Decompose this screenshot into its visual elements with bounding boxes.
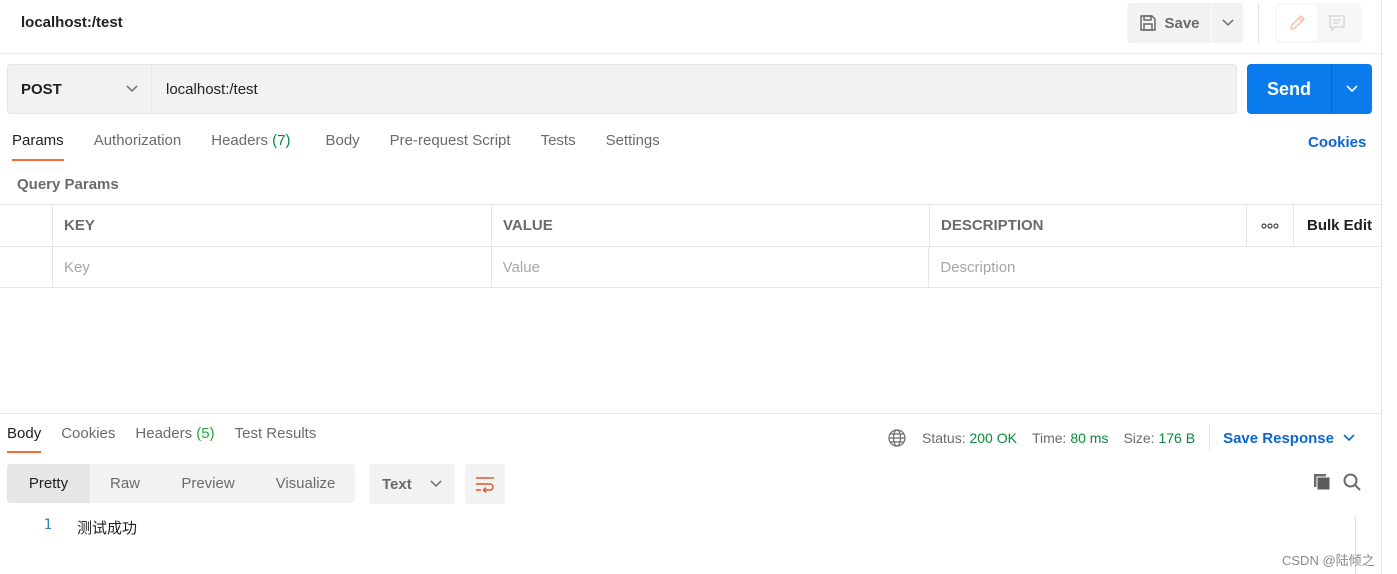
tab-authorization[interactable]: Authorization xyxy=(94,132,182,161)
url-input[interactable]: localhost:/test xyxy=(151,64,1237,114)
status-separator xyxy=(1209,425,1211,451)
description-column-header: DESCRIPTION xyxy=(930,205,1247,246)
checkbox-column-header xyxy=(0,205,53,246)
tab-headers[interactable]: Headers (7) xyxy=(211,132,290,161)
save-response-button[interactable]: Save Response xyxy=(1223,430,1355,447)
description-input[interactable]: Description xyxy=(929,247,1381,287)
time-value: 80 ms xyxy=(1070,430,1109,446)
send-options-button[interactable] xyxy=(1332,64,1372,114)
chevron-down-icon xyxy=(126,85,138,93)
format-select[interactable]: Text xyxy=(369,464,455,504)
globe-icon[interactable] xyxy=(887,428,907,448)
header-divider xyxy=(0,53,1381,54)
response-meta: Status: 200 OK Time: 80 ms Size: 176 B S… xyxy=(887,425,1355,451)
method-value: POST xyxy=(21,80,62,98)
chevron-down-icon xyxy=(1346,85,1358,93)
tab-label: Settings xyxy=(605,132,660,149)
key-input[interactable]: Key xyxy=(53,247,492,287)
method-select[interactable]: POST xyxy=(7,64,152,114)
response-tab-test-results[interactable]: Test Results xyxy=(235,425,317,453)
view-visualize-button[interactable]: Visualize xyxy=(256,464,355,503)
view-pretty-button[interactable]: Pretty xyxy=(7,464,90,503)
search-button[interactable] xyxy=(1342,472,1362,497)
response-tab-headers[interactable]: Headers (5) xyxy=(135,425,214,453)
save-response-label: Save Response xyxy=(1223,429,1334,447)
request-title: localhost:/test xyxy=(21,14,123,31)
query-params-title: Query Params xyxy=(17,176,119,193)
row-checkbox-cell xyxy=(0,247,53,287)
tab-label: Tests xyxy=(540,132,576,149)
size-value: 176 B xyxy=(1158,430,1196,446)
view-mode-group: Pretty Raw Preview Visualize xyxy=(7,464,355,503)
response-tab-cookies[interactable]: Cookies xyxy=(61,425,115,453)
status-label: Status: xyxy=(922,430,966,446)
view-preview-button[interactable]: Preview xyxy=(160,464,256,503)
key-column-header: KEY xyxy=(53,205,492,246)
save-button-group: Save xyxy=(1127,3,1243,43)
bulk-edit-button[interactable]: Bulk Edit xyxy=(1294,205,1381,246)
tab-label: Body xyxy=(325,132,360,149)
size-label: Size: xyxy=(1123,430,1155,446)
floppy-disk-icon xyxy=(1140,15,1157,31)
watermark: CSDN @陆倾之 xyxy=(1282,553,1375,568)
status-value: 200 OK xyxy=(969,430,1017,446)
tab-label: Pre-request Script xyxy=(389,132,511,149)
line-content: 测试成功 xyxy=(77,519,138,537)
line-number: 1 xyxy=(43,517,52,533)
format-value: Text xyxy=(382,475,412,493)
tab-label: Headers xyxy=(211,132,268,149)
pencil-icon xyxy=(1289,14,1306,31)
value-column-header: VALUE xyxy=(492,205,930,246)
response-tab-body[interactable]: Body xyxy=(7,425,42,453)
value-input[interactable]: Value xyxy=(492,247,930,287)
response-headers-count: (5) xyxy=(196,425,215,442)
tab-label: Params xyxy=(12,132,64,149)
chevron-down-icon xyxy=(1343,434,1355,442)
tab-label: Authorization xyxy=(93,132,182,149)
response-tabs: Body Cookies Headers (5) Test Results xyxy=(7,425,316,453)
tab-label: Headers xyxy=(135,425,193,442)
request-tabs: Params Authorization Headers (7) Body Pr… xyxy=(12,132,660,161)
tab-pre-request-script[interactable]: Pre-request Script xyxy=(390,132,511,161)
comment-icon xyxy=(1329,15,1345,32)
table-row: Key Value Description xyxy=(0,246,1381,288)
table-header-row: KEY VALUE DESCRIPTION Bulk Edit xyxy=(0,204,1381,246)
save-label: Save xyxy=(1164,14,1200,32)
more-options-button[interactable] xyxy=(1247,205,1294,246)
comments-button[interactable] xyxy=(1317,5,1357,41)
chevron-down-icon xyxy=(430,480,442,488)
send-button-group: Send xyxy=(1247,64,1372,114)
save-options-button[interactable] xyxy=(1212,3,1243,43)
tab-label: Body xyxy=(7,425,42,442)
copy-button[interactable] xyxy=(1312,472,1332,497)
save-button[interactable]: Save xyxy=(1127,3,1211,43)
window-edge xyxy=(1381,0,1382,574)
response-divider[interactable] xyxy=(0,413,1381,414)
view-raw-button[interactable]: Raw xyxy=(90,464,160,503)
query-params-table: KEY VALUE DESCRIPTION Bulk Edit Key Valu… xyxy=(0,204,1381,288)
tab-label: Cookies xyxy=(61,425,116,442)
response-body-line: 1 测试成功 xyxy=(0,517,137,538)
mode-toggle xyxy=(1275,3,1362,43)
tab-tests[interactable]: Tests xyxy=(541,132,576,161)
search-icon xyxy=(1343,473,1361,491)
wrap-text-icon xyxy=(476,477,494,493)
tab-params[interactable]: Params xyxy=(12,132,64,161)
more-horizontal-icon xyxy=(1261,222,1279,229)
copy-icon xyxy=(1314,474,1331,491)
tab-body[interactable]: Body xyxy=(325,132,359,161)
tab-label: Test Results xyxy=(234,425,317,442)
edit-mode-button[interactable] xyxy=(1277,5,1317,41)
tab-settings[interactable]: Settings xyxy=(606,132,660,161)
time-label: Time: xyxy=(1031,430,1067,446)
send-button[interactable]: Send xyxy=(1247,64,1332,114)
chevron-down-icon xyxy=(1221,19,1234,27)
wrap-lines-button[interactable] xyxy=(465,464,505,504)
headers-count: (7) xyxy=(272,132,291,149)
header-separator xyxy=(1258,3,1259,43)
cookies-link[interactable]: Cookies xyxy=(1308,134,1366,151)
